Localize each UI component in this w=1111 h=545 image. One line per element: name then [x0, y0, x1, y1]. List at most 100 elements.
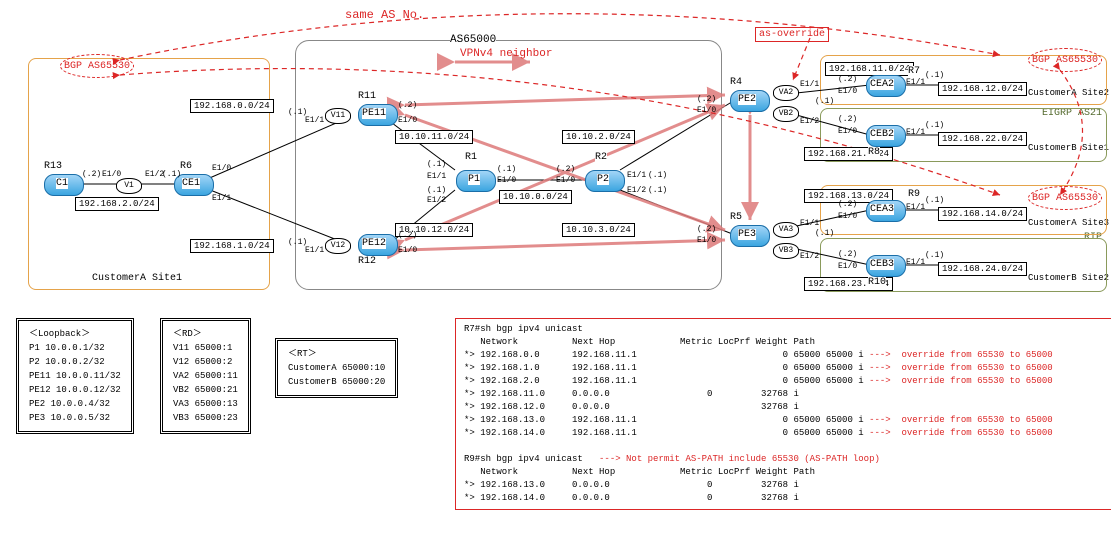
rl-R8: R8 — [868, 147, 880, 158]
box-loopback: ＜Loopback＞ P1 10.0.0.1/32 P2 10.0.0.2/32… — [16, 318, 134, 434]
pl: (.1) — [497, 165, 516, 174]
pl: E1/2 — [627, 186, 646, 195]
rl-CEA2: CEA2 — [870, 79, 894, 90]
net-192-168-12: 192.168.12.0/24 — [938, 82, 1027, 96]
pl: E1/0 — [838, 87, 857, 96]
pl: E1/0 — [102, 170, 121, 179]
rl-CEA3: CEA3 — [870, 204, 894, 215]
rl-R13: R13 — [44, 161, 62, 172]
pl: E1/0 — [556, 176, 575, 185]
box-bgp-output: R7#sh bgp ipv4 unicast Network Next Hop … — [455, 318, 1111, 510]
pl: (.2) — [838, 75, 857, 84]
rl-CEB3: CEB3 — [870, 259, 894, 270]
net-192-168-11: 192.168.11.0/24 — [825, 62, 914, 76]
net-192-168-1: 192.168.1.0/24 — [190, 239, 274, 253]
pl: (.1) — [427, 186, 446, 195]
vrf-V11: V11 — [325, 108, 351, 124]
pl: E1/1 — [427, 172, 446, 181]
pl: (.1) — [162, 170, 181, 179]
pl: E1/0 — [697, 236, 716, 245]
pl: (.1) — [427, 160, 446, 169]
rl-R10: R10 — [868, 277, 886, 288]
pl: E1/0 — [838, 262, 857, 271]
pl: (.1) — [925, 196, 944, 205]
label-as-override: as-override — [755, 27, 829, 42]
pl: E1/0 — [697, 106, 716, 115]
vrf-VA2: VA2 — [773, 85, 799, 101]
vrf-VA3: VA3 — [773, 222, 799, 238]
pl: (.1) — [925, 121, 944, 130]
pl: E1/1 — [212, 194, 231, 203]
net-192-168-24: 192.168.24.0/24 — [938, 262, 1027, 276]
pl: (.2) — [556, 165, 575, 174]
pl: E1/1 — [305, 116, 324, 125]
pl: (.2) — [398, 231, 417, 240]
pl: (.1) — [815, 97, 834, 106]
rl-R9: R9 — [908, 189, 920, 200]
pl: E1/1 — [906, 128, 925, 137]
pl: (.1) — [925, 251, 944, 260]
rl-PE12: PE12 — [362, 238, 386, 249]
pl: E1/0 — [838, 127, 857, 136]
label-as65000: AS65000 — [450, 34, 496, 46]
pl: E1/0 — [398, 116, 417, 125]
oval-bgp65530-1: BGP AS65530 — [60, 54, 134, 78]
pl: E1/1 — [906, 78, 925, 87]
net-192-168-0: 192.168.0.0/24 — [190, 99, 274, 113]
net-192-168-14: 192.168.14.0/24 — [938, 207, 1027, 221]
vrf-V1: V1 — [116, 178, 142, 194]
pl: (.1) — [648, 186, 667, 195]
rl-CE1: CE1 — [182, 178, 200, 189]
rl-R2: R2 — [595, 152, 607, 163]
pl: E1/2 — [800, 252, 819, 261]
pl: (.2) — [838, 200, 857, 209]
pl: (.1) — [925, 71, 944, 80]
label-vpnv4: VPNv4 neighbor — [460, 48, 552, 60]
pl: E1/1 — [906, 258, 925, 267]
rl-R11: R11 — [358, 91, 376, 102]
pl: E1/2 — [427, 196, 446, 205]
pl: E1/0 — [497, 176, 516, 185]
net-10-10-0: 10.10.0.0/24 — [499, 190, 572, 204]
pl: E1/1 — [305, 246, 324, 255]
net-10-10-2: 10.10.2.0/24 — [562, 130, 635, 144]
rl-P1: P1 — [468, 174, 480, 185]
rl-CEB2: CEB2 — [870, 129, 894, 140]
rl-R6: R6 — [180, 161, 192, 172]
oval-bgp65530-3: BGP AS65530 — [1028, 186, 1102, 210]
net-10-10-3: 10.10.3.0/24 — [562, 223, 635, 237]
pl: (.1) — [648, 171, 667, 180]
rl-PE11: PE11 — [362, 108, 386, 119]
pl: E1/1 — [906, 203, 925, 212]
pl: (.1) — [815, 229, 834, 238]
net-10-10-11: 10.10.11.0/24 — [395, 130, 473, 144]
pl: E1/0 — [398, 246, 417, 255]
label-same-as: same AS No. — [345, 8, 424, 22]
rl-R1: R1 — [465, 152, 477, 163]
rl-R4: R4 — [730, 77, 742, 88]
rl-R12: R12 — [358, 256, 376, 267]
pl: E1/1 — [800, 80, 819, 89]
pl: (.2) — [697, 225, 716, 234]
box-rt: ＜RT＞ CustomerA 65000:10 CustomerB 65000:… — [275, 338, 398, 398]
box-rd: ＜RD＞ V11 65000:1 V12 65000:2 VA2 65000:1… — [160, 318, 251, 434]
net-192-168-2: 192.168.2.0/24 — [75, 197, 159, 211]
vrf-VB3: VB3 — [773, 243, 799, 259]
net-192-168-22: 192.168.22.0/24 — [938, 132, 1027, 146]
rl-R5: R5 — [730, 212, 742, 223]
pl: E1/2 — [800, 117, 819, 126]
rl-P2: P2 — [597, 174, 609, 185]
pl: (.2) — [82, 170, 101, 179]
rl-C1: C1 — [56, 178, 68, 189]
rl-PE3: PE3 — [738, 229, 756, 240]
rl-PE2: PE2 — [738, 94, 756, 105]
pl: (.2) — [838, 250, 857, 259]
oval-bgp65530-2: BGP AS65530 — [1028, 48, 1102, 72]
rl-R7: R7 — [908, 66, 920, 77]
pl: E1/1 — [627, 171, 646, 180]
pl: (.2) — [838, 115, 857, 124]
pl: E1/0 — [838, 212, 857, 221]
pl: E1/1 — [800, 219, 819, 228]
vrf-V12: V12 — [325, 238, 351, 254]
pl: E1/0 — [212, 164, 231, 173]
